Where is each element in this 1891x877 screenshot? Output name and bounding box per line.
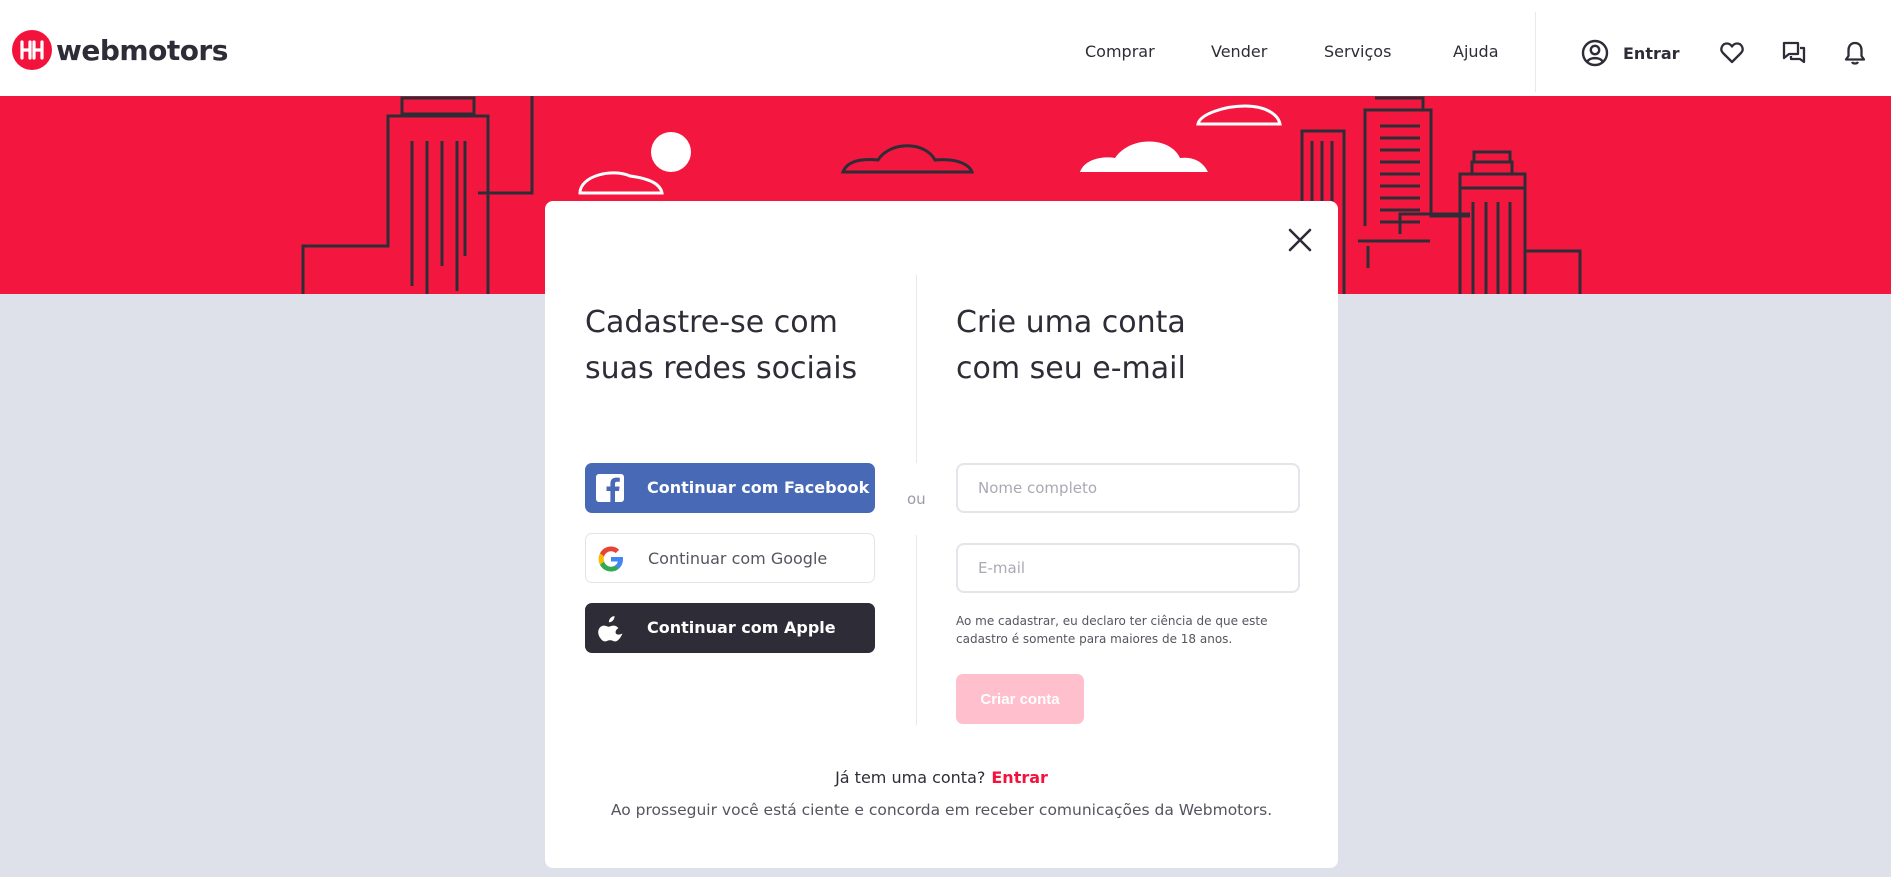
nav-vender[interactable]: Vender bbox=[1211, 42, 1267, 61]
logo-mark-icon bbox=[12, 30, 52, 70]
nav-ajuda[interactable]: Ajuda bbox=[1453, 42, 1499, 61]
full-name-input[interactable] bbox=[956, 463, 1300, 513]
bell-icon[interactable] bbox=[1842, 40, 1868, 66]
apple-icon bbox=[595, 613, 625, 643]
facebook-icon bbox=[595, 473, 625, 503]
logo-text: webmotors bbox=[56, 33, 228, 67]
login-link[interactable]: Entrar bbox=[991, 768, 1048, 787]
header-divider bbox=[1535, 12, 1536, 92]
apple-button[interactable]: Continuar com Apple bbox=[585, 603, 875, 653]
login-button[interactable]: Entrar bbox=[1581, 39, 1680, 67]
have-account-row: Já tem uma conta? Entrar bbox=[545, 768, 1338, 787]
age-disclaimer: Ao me cadastrar, eu declaro ter ciência … bbox=[956, 614, 1268, 646]
signup-modal: Cadastre-se com suas redes sociais Crie … bbox=[545, 201, 1338, 868]
heart-icon[interactable] bbox=[1719, 40, 1745, 66]
have-account-text: Já tem uma conta? bbox=[835, 768, 986, 787]
social-title-line1: Cadastre-se com bbox=[585, 305, 838, 340]
top-header: webmotors Comprar Vender Serviços Ajuda … bbox=[0, 0, 1891, 96]
facebook-button[interactable]: Continuar com Facebook bbox=[585, 463, 875, 513]
close-icon[interactable] bbox=[1285, 225, 1315, 255]
google-icon bbox=[596, 544, 626, 574]
login-label: Entrar bbox=[1623, 43, 1680, 63]
chat-icon[interactable] bbox=[1781, 40, 1807, 66]
nav-servicos[interactable]: Serviços bbox=[1324, 42, 1391, 61]
google-button-label: Continuar com Google bbox=[648, 549, 828, 568]
column-divider-top bbox=[916, 275, 917, 463]
google-button[interactable]: Continuar com Google bbox=[585, 533, 875, 583]
social-title: Cadastre-se com suas redes sociais bbox=[585, 300, 857, 392]
webmotors-logo[interactable]: webmotors bbox=[12, 30, 228, 70]
column-divider-bottom bbox=[916, 535, 917, 725]
or-separator: ou bbox=[907, 490, 926, 508]
email-input[interactable] bbox=[956, 543, 1300, 593]
apple-button-label: Continuar com Apple bbox=[647, 618, 836, 637]
user-circle-icon bbox=[1581, 39, 1609, 67]
email-title-line1: Crie uma conta bbox=[956, 305, 1186, 340]
nav-comprar[interactable]: Comprar bbox=[1085, 42, 1155, 61]
consent-text: Ao prosseguir você está ciente e concord… bbox=[610, 801, 1273, 819]
facebook-button-label: Continuar com Facebook bbox=[647, 478, 870, 497]
email-title-line2: com seu e-mail bbox=[956, 351, 1186, 386]
create-account-button[interactable]: Criar conta bbox=[956, 674, 1084, 724]
email-title: Crie uma conta com seu e-mail bbox=[956, 300, 1186, 392]
social-title-line2: suas redes sociais bbox=[585, 351, 858, 386]
